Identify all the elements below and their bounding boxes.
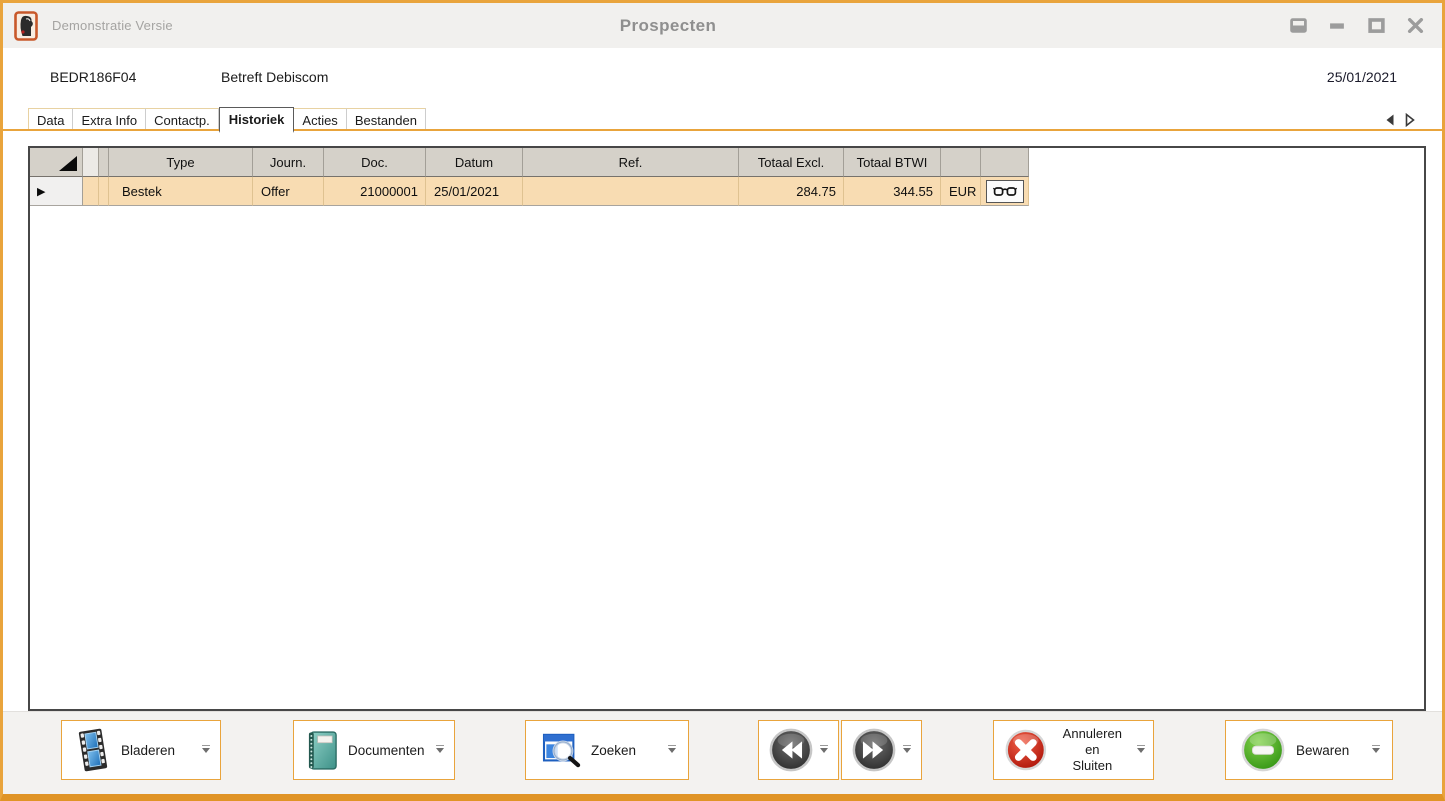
- history-grid: Type Journ. Doc. Datum Ref. Totaal Excl.…: [28, 146, 1426, 711]
- current-row-arrow-icon: ▶: [37, 185, 45, 198]
- col-header-totaal-btwi[interactable]: Totaal BTWI: [844, 148, 941, 177]
- bewaren-dropdown-caret[interactable]: [1372, 748, 1380, 753]
- annuleren-label: Annuleren en Sluiten: [1056, 726, 1129, 775]
- maximize-icon[interactable]: [1367, 18, 1385, 34]
- cell-ref[interactable]: [523, 177, 739, 206]
- tab-scroll-left-icon[interactable]: [1384, 113, 1396, 127]
- previous-record-button[interactable]: [758, 720, 839, 780]
- tab-extra-info[interactable]: Extra Info: [73, 108, 146, 131]
- tab-label: Acties: [302, 113, 337, 128]
- next-dropdown-caret[interactable]: [903, 748, 911, 753]
- app-title: Demonstratie Versie: [52, 18, 173, 33]
- annuleren-label-line1: Annuleren en: [1063, 726, 1122, 757]
- tab-bar: Data Extra Info Contactp. Historiek Acti…: [3, 105, 1442, 131]
- tab-label: Bestanden: [355, 113, 417, 128]
- annuleren-dropdown-caret[interactable]: [1137, 748, 1145, 753]
- bladeren-dropdown-caret[interactable]: [202, 748, 210, 753]
- cell-currency[interactable]: EUR: [941, 177, 981, 206]
- cell-journ[interactable]: Offer: [253, 177, 324, 206]
- bewaren-label: Bewaren: [1296, 743, 1349, 758]
- col-header-label: Type: [166, 155, 194, 170]
- cell-totaal-excl[interactable]: 284.75: [739, 177, 844, 206]
- record-subject: Betreft Debiscom: [221, 69, 328, 85]
- annuleren-en-sluiten-button[interactable]: Annuleren en Sluiten: [993, 720, 1154, 780]
- col-header-currency: [941, 148, 981, 177]
- tab-label: Historiek: [229, 112, 285, 127]
- minimize-icon[interactable]: [1328, 18, 1346, 34]
- annuleren-label-line2: Sluiten: [1072, 758, 1112, 773]
- cell-totaal-btwi[interactable]: 344.55: [844, 177, 941, 206]
- grid-header-spacer: [83, 148, 99, 177]
- grid-header-spacer: [99, 148, 109, 177]
- tab-label: Contactp.: [154, 113, 210, 128]
- zoeken-dropdown-caret[interactable]: [668, 748, 676, 753]
- red-cross-circle-icon: [1004, 727, 1048, 773]
- tab-bestanden[interactable]: Bestanden: [347, 108, 426, 131]
- tab-scroll-right-icon[interactable]: [1404, 113, 1416, 127]
- next-record-button[interactable]: [841, 720, 922, 780]
- cell-tools: [981, 177, 1029, 206]
- film-strip-icon: [74, 728, 112, 772]
- col-header-label: Journ.: [270, 155, 306, 170]
- tab-strip: Data Extra Info Contactp. Historiek Acti…: [28, 107, 426, 131]
- col-header-totaal-excl[interactable]: Totaal Excl.: [739, 148, 844, 177]
- grid-header-row: Type Journ. Doc. Datum Ref. Totaal Excl.…: [30, 148, 1424, 177]
- window-restore-icon[interactable]: [1289, 18, 1307, 34]
- col-header-tools: [981, 148, 1029, 177]
- record-code: BEDR186F04: [50, 69, 136, 85]
- cell-datum[interactable]: 25/01/2021: [426, 177, 523, 206]
- notebook-icon: [306, 730, 339, 771]
- row-spacer-cell: [99, 177, 109, 206]
- fast-forward-circle-icon: [851, 727, 897, 773]
- documenten-button[interactable]: Documenten: [293, 720, 455, 780]
- view-document-button[interactable]: [986, 180, 1024, 203]
- window-controls: [1289, 3, 1424, 48]
- title-bar: Demonstratie Versie Prospecten: [3, 3, 1442, 48]
- col-header-type[interactable]: Type: [109, 148, 253, 177]
- close-icon[interactable]: [1406, 18, 1424, 34]
- cell-type[interactable]: Bestek: [109, 177, 253, 206]
- zoeken-button[interactable]: Zoeken: [525, 720, 689, 780]
- col-header-label: Totaal Excl.: [758, 155, 824, 170]
- tab-label: Extra Info: [81, 113, 137, 128]
- app-window: Demonstratie Versie Prospecten: [0, 0, 1445, 801]
- bladeren-label: Bladeren: [121, 743, 175, 758]
- col-header-label: Ref.: [619, 155, 643, 170]
- zoeken-label: Zoeken: [591, 743, 636, 758]
- table-row[interactable]: ▶ Bestek Offer 21000001 25/01/2021 284.7…: [30, 177, 1424, 206]
- bladeren-button[interactable]: Bladeren: [61, 720, 221, 780]
- tab-acties[interactable]: Acties: [294, 108, 346, 131]
- row-spacer-cell: [83, 177, 99, 206]
- select-all-triangle-icon: [59, 156, 77, 171]
- previous-dropdown-caret[interactable]: [820, 748, 828, 753]
- tab-data[interactable]: Data: [28, 108, 73, 131]
- col-header-label: Doc.: [361, 155, 388, 170]
- col-header-label: Datum: [455, 155, 493, 170]
- col-header-journ[interactable]: Journ.: [253, 148, 324, 177]
- documenten-label: Documenten: [348, 743, 425, 758]
- green-minus-circle-icon: [1240, 727, 1286, 773]
- page-title: Prospecten: [620, 16, 717, 36]
- tab-historiek[interactable]: Historiek: [219, 107, 295, 133]
- col-header-ref[interactable]: Ref.: [523, 148, 739, 177]
- col-header-label: Totaal BTWI: [857, 155, 928, 170]
- bewaren-button[interactable]: Bewaren: [1225, 720, 1393, 780]
- tab-scrollers: [1384, 113, 1416, 127]
- cell-doc[interactable]: 21000001: [324, 177, 426, 206]
- rewind-circle-icon: [768, 727, 814, 773]
- eyeglasses-icon: [993, 186, 1017, 197]
- row-selector-cell[interactable]: ▶: [30, 177, 83, 206]
- documenten-dropdown-caret[interactable]: [436, 748, 444, 753]
- app-logo-icon: [14, 11, 40, 41]
- select-all-cell[interactable]: [30, 148, 83, 177]
- window-magnifier-icon: [542, 732, 582, 768]
- col-header-datum[interactable]: Datum: [426, 148, 523, 177]
- tab-contactp[interactable]: Contactp.: [146, 108, 219, 131]
- record-date: 25/01/2021: [1327, 69, 1397, 85]
- col-header-doc[interactable]: Doc.: [324, 148, 426, 177]
- tab-label: Data: [37, 113, 64, 128]
